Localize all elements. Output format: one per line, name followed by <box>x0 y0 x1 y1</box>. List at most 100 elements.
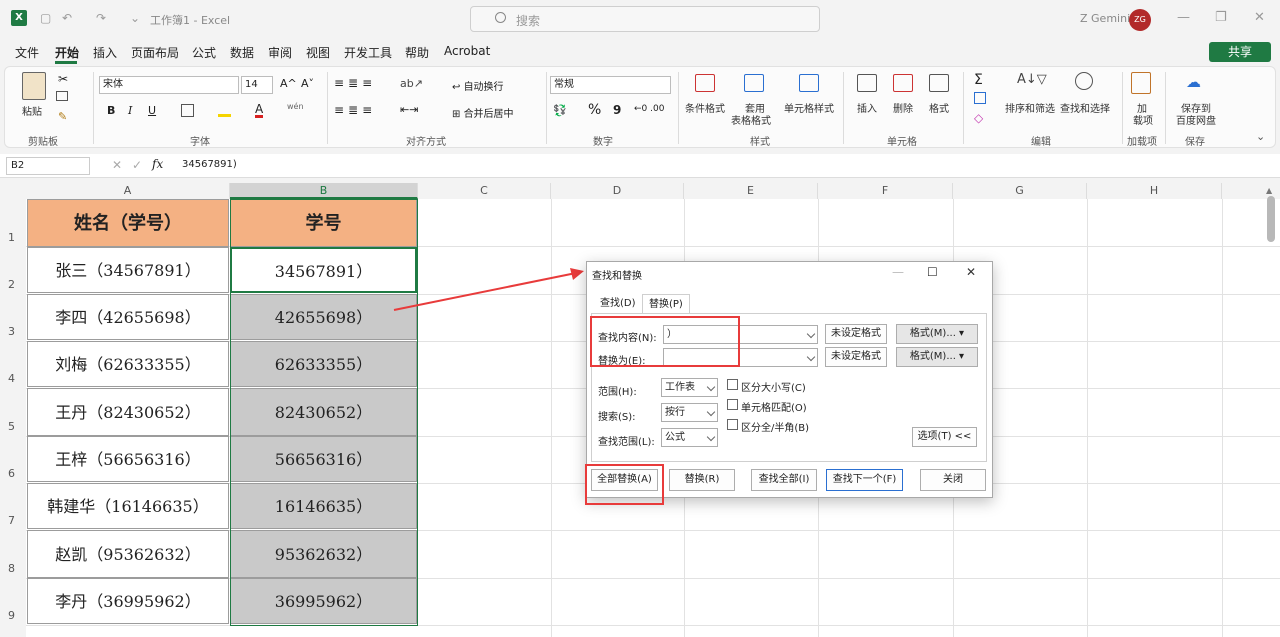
find-all-button[interactable]: 查找全部(I) <box>751 469 817 491</box>
row-header[interactable]: 8 <box>0 530 26 578</box>
menu-help[interactable]: 帮助 <box>405 44 429 61</box>
font-name-select[interactable]: 宋体 <box>99 76 239 94</box>
match-case-checkbox[interactable] <box>727 379 738 390</box>
insert-cells-icon[interactable] <box>857 74 877 92</box>
look-in-select[interactable]: 公式 <box>661 428 718 447</box>
redo-icon[interactable]: ↷ <box>96 11 106 25</box>
enter-icon[interactable]: ✓ <box>132 158 142 172</box>
horizontal-align-icons[interactable]: ≡≣≡ <box>334 103 376 117</box>
number-format-select[interactable]: 常规 <box>550 76 671 94</box>
column-header[interactable]: A <box>26 183 230 199</box>
match-cell-label[interactable]: 单元格匹配(O) <box>741 399 807 414</box>
menu-data[interactable]: 数据 <box>230 44 254 61</box>
wrap-text-button[interactable]: ↩ 自动换行 <box>452 78 504 93</box>
chevron-down-icon[interactable] <box>706 407 716 417</box>
chevron-down-icon[interactable] <box>806 329 816 339</box>
decimal-icons[interactable]: ←0 .00 <box>634 104 664 114</box>
row-header[interactable]: 3 <box>0 294 26 341</box>
match-width-checkbox[interactable] <box>727 419 738 430</box>
table-cell[interactable]: 王梓（56656316） <box>27 436 229 482</box>
sort-filter-icon[interactable]: A↓▽ <box>1017 72 1047 87</box>
sort-filter-label[interactable]: 排序和筛选 <box>1005 100 1055 115</box>
currency-icon[interactable]: 💱 <box>553 104 567 117</box>
minimize-icon[interactable]: — <box>1177 10 1190 25</box>
row-header[interactable]: 2 <box>0 247 26 294</box>
match-width-label[interactable]: 区分全/半角(B) <box>741 419 809 434</box>
table-header-cell[interactable]: 姓名（学号） <box>27 199 229 247</box>
column-header[interactable]: G <box>953 183 1087 199</box>
comma-button[interactable]: 9 <box>613 103 621 117</box>
menu-file[interactable]: 文件 <box>15 44 39 61</box>
column-header[interactable]: D <box>551 183 684 199</box>
delete-cells-label[interactable]: 删除 <box>893 100 913 115</box>
scope-select[interactable]: 工作表 <box>661 378 718 397</box>
underline-button[interactable]: U <box>148 104 156 117</box>
replace-button[interactable]: 替换(R) <box>669 469 735 491</box>
tab-find[interactable]: 查找(D) <box>594 294 642 313</box>
format-as-table-icon[interactable] <box>744 74 764 92</box>
avatar[interactable]: ZG <box>1129 9 1151 31</box>
cancel-icon[interactable]: ✕ <box>112 158 122 172</box>
menu-page-layout[interactable]: 页面布局 <box>131 44 179 61</box>
conditional-format-label[interactable]: 条件格式 <box>685 100 725 115</box>
table-cell[interactable]: 赵凯（95362632） <box>27 530 229 578</box>
find-select-icon[interactable] <box>1075 72 1093 90</box>
conditional-format-icon[interactable] <box>695 74 715 92</box>
table-cell[interactable]: 刘梅（62633355） <box>27 341 229 387</box>
table-cell[interactable]: 李丹（36995962） <box>27 578 229 624</box>
column-header[interactable]: F <box>818 183 953 199</box>
options-button[interactable]: 选项(T) << <box>912 427 977 447</box>
restore-icon[interactable]: ❐ <box>1215 10 1227 25</box>
vertical-align-icons[interactable]: ≡≣≡ <box>334 76 376 90</box>
customize-toolbar-icon[interactable]: ⌄ <box>130 11 140 25</box>
row-header[interactable]: 1 <box>0 199 26 247</box>
merge-center-button[interactable]: ⊞ 合并后居中 <box>452 105 514 120</box>
menu-insert[interactable]: 插入 <box>93 44 117 61</box>
column-header[interactable]: B <box>230 183 418 199</box>
cell-styles-icon[interactable] <box>799 74 819 92</box>
insert-cells-label[interactable]: 插入 <box>857 100 877 115</box>
orientation-icon[interactable]: ab↗ <box>400 77 423 90</box>
match-case-label[interactable]: 区分大小写(C) <box>741 379 806 394</box>
delete-cells-icon[interactable] <box>893 74 913 92</box>
fill-icon[interactable] <box>974 92 986 104</box>
close-button[interactable]: 关闭 <box>920 469 986 491</box>
font-shrink-icon[interactable]: A˅ <box>301 77 314 90</box>
copy-icon[interactable] <box>56 91 68 101</box>
menu-acrobat[interactable]: Acrobat <box>444 44 490 58</box>
vertical-scrollbar-thumb[interactable] <box>1267 196 1275 242</box>
autosum-icon[interactable]: Σ <box>974 72 983 88</box>
baidu-cloud-icon[interactable]: ☁ <box>1186 73 1201 91</box>
clear-icon[interactable]: ◇ <box>974 111 983 125</box>
share-button[interactable]: 共享 <box>1209 42 1271 62</box>
menu-developer[interactable]: 开发工具 <box>344 44 392 61</box>
find-select-label[interactable]: 查找和选择 <box>1060 100 1110 115</box>
chevron-down-icon[interactable] <box>706 382 716 392</box>
match-cell-checkbox[interactable] <box>727 399 738 410</box>
column-header[interactable]: E <box>684 183 818 199</box>
insert-function-icon[interactable]: fx <box>152 157 163 171</box>
table-cell[interactable]: 韩建华（16146635） <box>27 483 229 529</box>
row-header[interactable]: 4 <box>0 341 26 388</box>
cell-styles-label[interactable]: 单元格样式 <box>784 100 834 115</box>
dialog-maximize-icon[interactable]: ☐ <box>927 265 938 279</box>
select-all-corner[interactable] <box>0 183 26 199</box>
format-painter-icon[interactable]: ✎ <box>58 110 67 123</box>
percent-button[interactable]: % <box>588 102 601 118</box>
format-button-replace[interactable]: 格式(M)... ▾ <box>896 347 978 367</box>
table-cell[interactable]: 李四（42655698） <box>27 294 229 340</box>
undo-icon[interactable]: ↶ <box>62 11 72 25</box>
font-color-icon[interactable]: A <box>255 103 264 118</box>
column-header[interactable]: H <box>1087 183 1222 199</box>
search-box[interactable]: 搜索 <box>470 6 820 32</box>
user-name[interactable]: Z Gemini <box>1080 12 1130 25</box>
menu-view[interactable]: 视图 <box>306 44 330 61</box>
dialog-close-icon[interactable]: ✕ <box>966 265 976 279</box>
search-order-select[interactable]: 按行 <box>661 403 718 422</box>
formula-input[interactable]: 34567891) <box>182 159 237 170</box>
addins-icon[interactable] <box>1131 72 1151 94</box>
phonetic-icon[interactable]: wén <box>287 102 304 111</box>
scroll-up-icon[interactable]: ▲ <box>1266 186 1272 195</box>
bold-button[interactable]: B <box>107 104 115 117</box>
italic-button[interactable]: I <box>128 104 132 117</box>
